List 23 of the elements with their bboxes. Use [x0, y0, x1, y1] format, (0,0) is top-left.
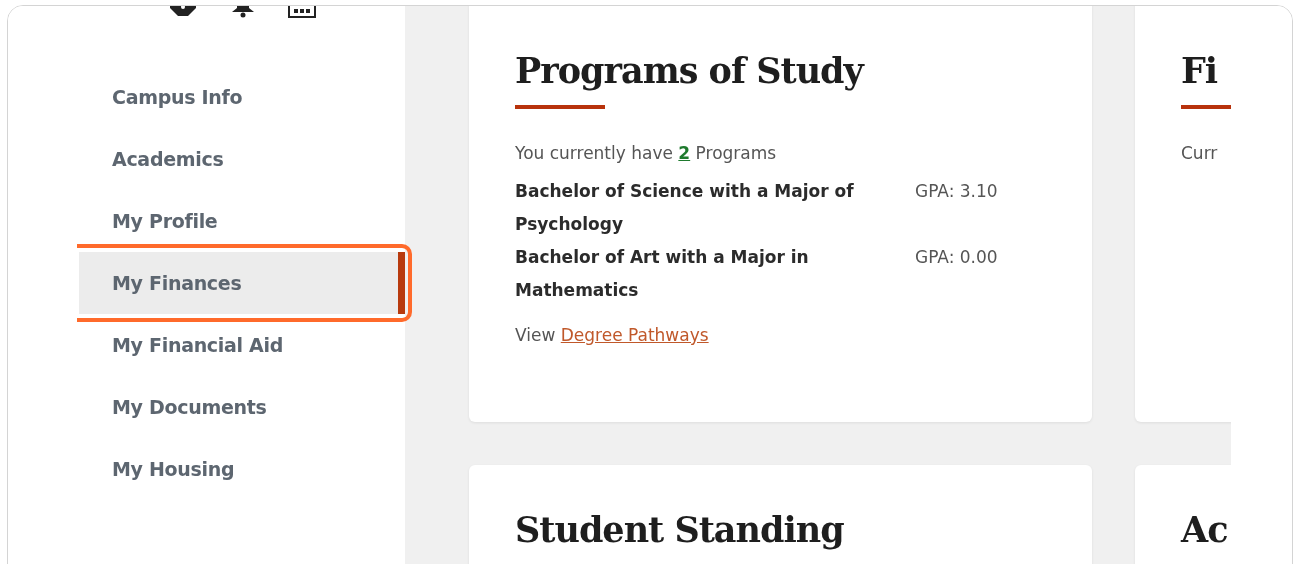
gpa-value: GPA: 3.10 [915, 180, 998, 203]
program-name: Bachelor of Art with a Major in Mathematics [515, 246, 810, 302]
card-title: Student Standing [515, 509, 845, 550]
view-text: View Degree Pathways [515, 325, 710, 345]
bell-icon[interactable] [230, 6, 256, 18]
sidebar-item[interactable]: My Documents [79, 376, 405, 438]
gpa-value: GPA: 0.00 [915, 246, 998, 269]
card-title: Ac [1181, 509, 1229, 550]
card-title: Fi [1181, 50, 1219, 91]
sidebar-item[interactable]: My Housing [79, 438, 405, 500]
sidebar-item[interactable]: My Profile [79, 190, 405, 252]
sidebar-item[interactable]: My Finances [79, 252, 405, 314]
programs-summary: Curr [1181, 143, 1219, 163]
card-title: Programs of Study [515, 50, 866, 91]
degree-pathways-link[interactable]: Degree Pathways [560, 325, 709, 345]
sidebar-item[interactable]: My Financial Aid [79, 314, 405, 376]
programs-summary: You currently have 2 Programs [515, 143, 778, 163]
shield-icon[interactable] [168, 6, 198, 18]
sidebar-item[interactable]: Campus Info [79, 66, 405, 128]
program-name: Bachelor of Science with a Major of Psychology [515, 180, 855, 236]
calendar-icon[interactable] [288, 6, 316, 18]
count-link[interactable]: 2 [678, 143, 691, 163]
sidebar-item[interactable]: Academics [79, 128, 405, 190]
